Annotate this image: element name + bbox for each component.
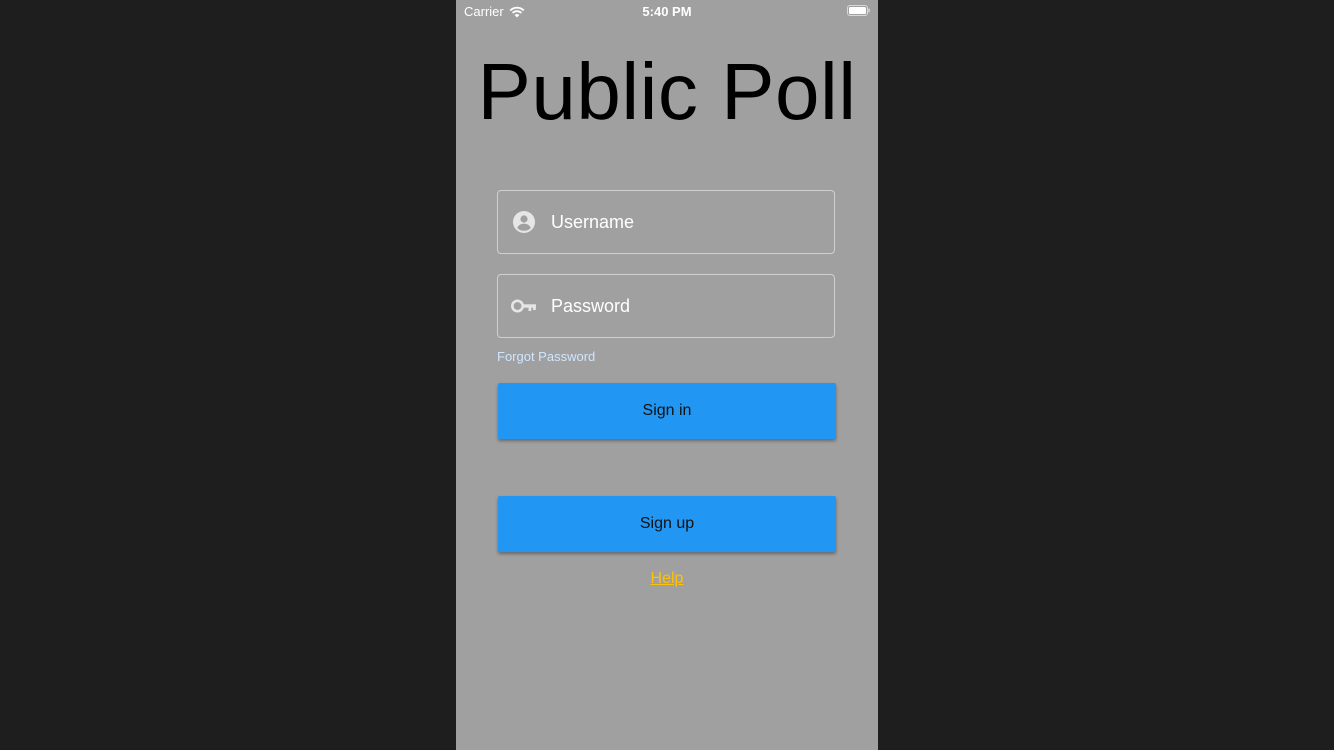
- password-placeholder: Password: [551, 295, 631, 316]
- forgot-password-link[interactable]: Forgot Password: [497, 349, 595, 364]
- key-icon: [511, 293, 537, 319]
- battery-icon: [847, 5, 870, 16]
- password-field[interactable]: Password: [497, 274, 835, 338]
- sign-in-label: Sign in: [642, 402, 692, 419]
- username-field[interactable]: Username: [497, 190, 835, 254]
- status-bar: Carrier 5:40 PM: [456, 0, 878, 24]
- help-row: Help: [456, 570, 878, 588]
- sign-in-button[interactable]: Sign in: [498, 383, 836, 439]
- app-title: Public Poll: [477, 47, 857, 136]
- account-circle-icon: [511, 209, 537, 235]
- clock: 5:40 PM: [642, 4, 692, 19]
- username-placeholder: Username: [551, 211, 635, 232]
- phone-screen: Carrier 5:40 PM Public Poll Username Pas…: [456, 0, 878, 750]
- help-link[interactable]: Help: [651, 570, 684, 587]
- sign-up-label: Sign up: [639, 515, 695, 532]
- sign-up-button[interactable]: Sign up: [498, 496, 836, 552]
